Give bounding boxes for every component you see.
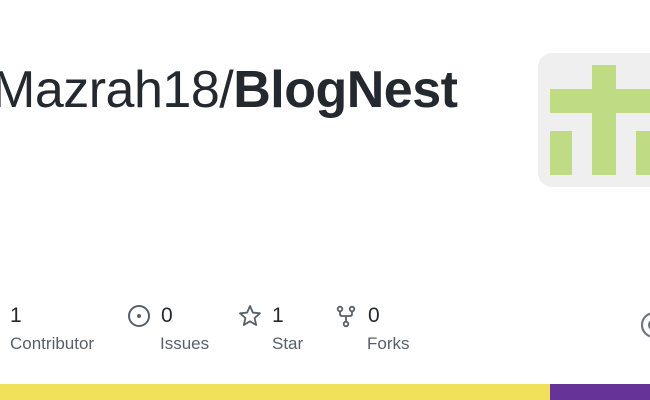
contributors-count: 1 <box>10 304 22 327</box>
stat-issues[interactable]: 0 Issues <box>127 300 209 354</box>
repo-stats: 1 Contributor 0 Issues 1 Star 0 Forks <box>0 300 650 360</box>
identicon-icon <box>550 65 650 175</box>
language-bar-segment <box>0 384 550 400</box>
repo-owner[interactable]: Mazrah18 <box>0 61 220 119</box>
repo-separator: / <box>219 61 234 119</box>
forks-count: 0 <box>368 304 380 327</box>
repo-forked-icon <box>334 304 358 328</box>
contributors-label: Contributor <box>10 334 95 353</box>
stat-forks[interactable]: 0 Forks <box>334 300 410 354</box>
language-bar <box>0 384 650 400</box>
issues-count: 0 <box>161 304 173 327</box>
stat-stars[interactable]: 1 Star <box>238 300 303 354</box>
star-icon <box>238 304 262 328</box>
repo-title[interactable]: Mazrah18/BlogNest <box>0 58 458 122</box>
language-bar-segment <box>549 384 650 400</box>
forks-label: Forks <box>367 334 410 353</box>
github-logo-icon <box>640 311 650 339</box>
owner-avatar[interactable] <box>538 53 650 187</box>
stars-label: Star <box>272 334 304 353</box>
stars-count: 1 <box>272 304 284 327</box>
repo-social-card: Mazrah18/BlogNest 1 Contributor 0 Issues… <box>0 0 650 400</box>
stat-contributors[interactable]: 1 Contributor <box>10 300 94 354</box>
issues-label: Issues <box>160 334 210 353</box>
repo-name[interactable]: BlogNest <box>233 61 458 119</box>
issue-opened-icon <box>127 304 151 328</box>
